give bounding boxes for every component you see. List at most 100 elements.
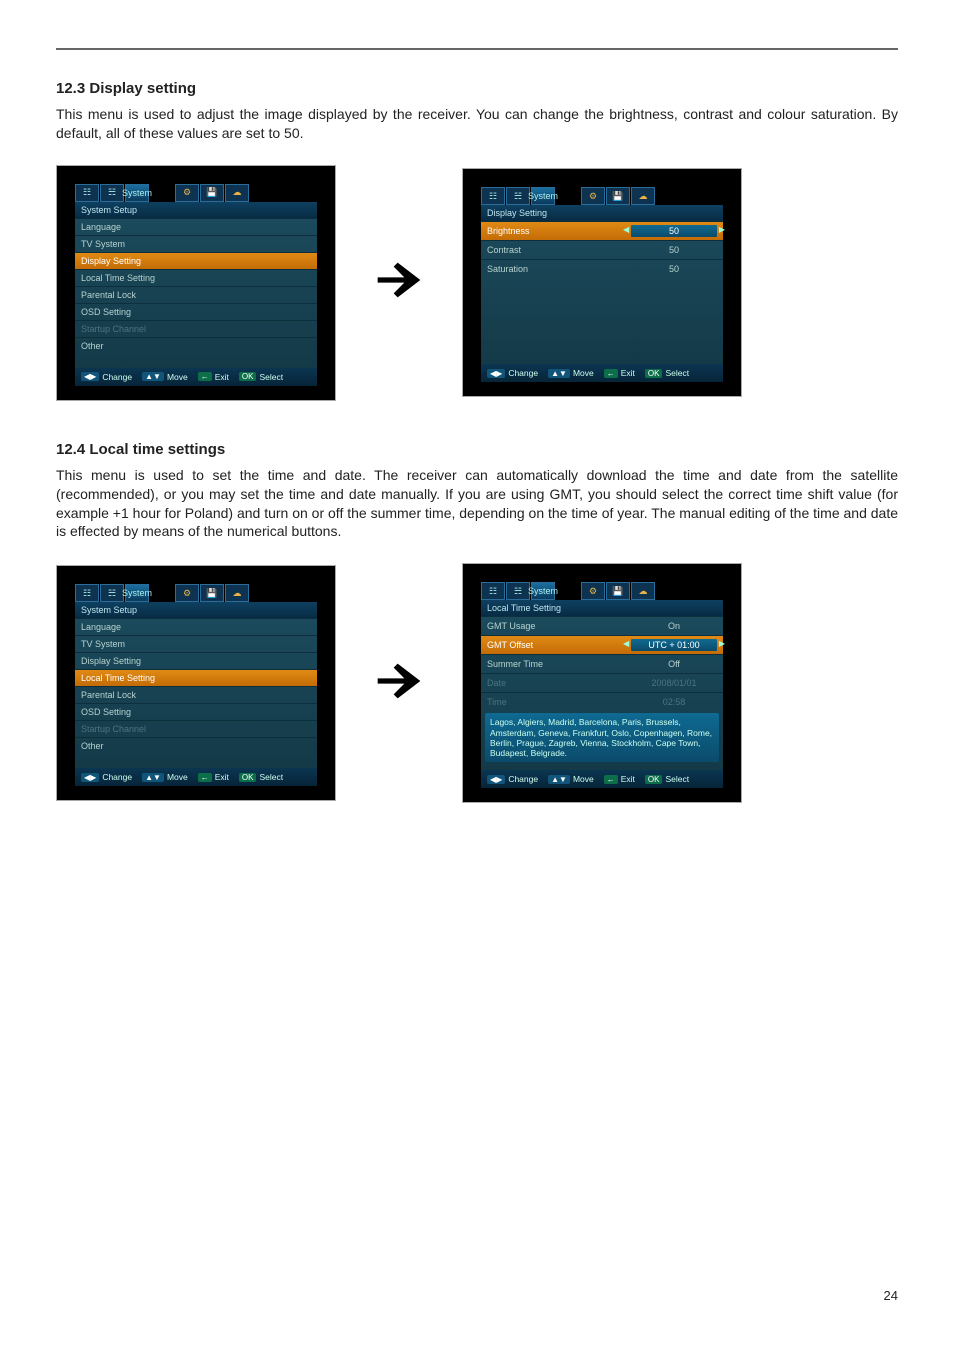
setting-contrast[interactable]: Contrast 50 xyxy=(481,240,723,259)
menu-item-other[interactable]: Other xyxy=(75,337,317,354)
tab-icon: ☁ xyxy=(631,582,655,600)
tab-icon: 💾 xyxy=(200,184,224,202)
screenshot-local-time: ☷ ☵ System ⚙ 💾 ☁ Local Time Setting GMT … xyxy=(462,563,742,803)
value-gmt-offset[interactable]: UTC + 01:00 xyxy=(631,639,717,651)
osd-footer: ◀▶Change ▲▼Move ←Exit OKSelect xyxy=(75,368,317,386)
key-ud-icon: ▲▼ xyxy=(142,372,164,381)
menu-item-display-setting[interactable]: Display Setting xyxy=(75,252,317,269)
value-saturation: 50 xyxy=(631,263,717,275)
key-exit-icon: ← xyxy=(198,773,212,782)
menu-item-parental-lock[interactable]: Parental Lock xyxy=(75,286,317,303)
tab-system: System xyxy=(125,584,149,602)
tab-icon: ☷ xyxy=(75,184,99,202)
tab-icon: ☁ xyxy=(225,584,249,602)
tab-icon: ⚙ xyxy=(581,187,605,205)
osd-tab-row: ☷ ☵ System ⚙ 💾 ☁ xyxy=(481,187,723,205)
key-ok-icon: OK xyxy=(239,773,257,782)
osd-title: System Setup xyxy=(75,602,317,618)
value-date: 2008/01/01 xyxy=(631,677,717,689)
value-gmt-usage: On xyxy=(631,620,717,632)
page-number: 24 xyxy=(884,1288,898,1303)
tab-icon: 💾 xyxy=(606,582,630,600)
key-ud-icon: ▲▼ xyxy=(548,775,570,784)
osd-tab-row: ☷ ☵ System ⚙ 💾 ☁ xyxy=(75,184,317,202)
key-exit-icon: ← xyxy=(604,775,618,784)
key-ok-icon: OK xyxy=(645,369,663,378)
tab-icon: ☵ xyxy=(100,184,124,202)
tab-icon: ⚙ xyxy=(581,582,605,600)
tab-icon: ☷ xyxy=(481,582,505,600)
osd-footer: ◀▶Change ▲▼Move ←Exit OKSelect xyxy=(75,768,317,786)
osd-tab-row: ☷ ☵ System ⚙ 💾 ☁ xyxy=(75,584,317,602)
tab-icon: ☷ xyxy=(481,187,505,205)
tab-icon: 💾 xyxy=(200,584,224,602)
menu-item-tv-system[interactable]: TV System xyxy=(75,235,317,252)
menu-item-language[interactable]: Language xyxy=(75,618,317,635)
osd-title: Display Setting xyxy=(481,205,723,221)
arrow-icon xyxy=(354,649,444,718)
key-lr-icon: ◀▶ xyxy=(81,773,99,782)
heading-display-setting: 12.3 Display setting xyxy=(56,80,898,97)
setting-summer-time[interactable]: Summer Time Off xyxy=(481,654,723,673)
menu-item-startup-channel: Startup Channel xyxy=(75,720,317,737)
heading-local-time: 12.4 Local time settings xyxy=(56,441,898,458)
menu-item-local-time[interactable]: Local Time Setting xyxy=(75,669,317,686)
key-ok-icon: OK xyxy=(239,372,257,381)
body-local-time: This menu is used to set the time and da… xyxy=(56,466,898,542)
screenshot-system-setup-time: ☷ ☵ System ⚙ 💾 ☁ System Setup Language T… xyxy=(56,565,336,801)
figure-row-display: ☷ ☵ System ⚙ 💾 ☁ System Setup Language T… xyxy=(56,165,898,401)
menu-item-osd-setting[interactable]: OSD Setting xyxy=(75,303,317,320)
arrow-icon xyxy=(354,248,444,317)
osd-footer: ◀▶Change ▲▼Move ←Exit OKSelect xyxy=(481,770,723,788)
menu-item-other[interactable]: Other xyxy=(75,737,317,754)
tab-system: System xyxy=(125,184,149,202)
menu-item-tv-system[interactable]: TV System xyxy=(75,635,317,652)
osd-tab-row: ☷ ☵ System ⚙ 💾 ☁ xyxy=(481,582,723,600)
tab-label: System xyxy=(122,188,152,198)
tab-icon: ☵ xyxy=(100,584,124,602)
key-exit-icon: ← xyxy=(604,369,618,378)
value-contrast: 50 xyxy=(631,244,717,256)
screenshot-display-setting: ☷ ☵ System ⚙ 💾 ☁ Display Setting Brightn… xyxy=(462,168,742,397)
setting-time: Time 02:58 xyxy=(481,692,723,711)
tab-icon: ⚙ xyxy=(175,584,199,602)
key-ud-icon: ▲▼ xyxy=(548,369,570,378)
tab-icon: ☷ xyxy=(75,584,99,602)
tab-system: System xyxy=(531,187,555,205)
osd-title: Local Time Setting xyxy=(481,600,723,616)
value-summer-time: Off xyxy=(631,658,717,670)
menu-item-display-setting[interactable]: Display Setting xyxy=(75,652,317,669)
tab-icon: ☵ xyxy=(506,582,530,600)
key-lr-icon: ◀▶ xyxy=(487,775,505,784)
screenshot-system-setup-display: ☷ ☵ System ⚙ 💾 ☁ System Setup Language T… xyxy=(56,165,336,401)
menu-item-startup-channel: Startup Channel xyxy=(75,320,317,337)
menu-item-osd-setting[interactable]: OSD Setting xyxy=(75,703,317,720)
menu-item-local-time[interactable]: Local Time Setting xyxy=(75,269,317,286)
key-lr-icon: ◀▶ xyxy=(487,369,505,378)
key-lr-icon: ◀▶ xyxy=(81,372,99,381)
setting-brightness[interactable]: Brightness 50 xyxy=(481,221,723,240)
body-display-setting: This menu is used to adjust the image di… xyxy=(56,105,898,143)
value-brightness[interactable]: 50 xyxy=(631,225,717,237)
timezone-hint: Lagos, Algiers, Madrid, Barcelona, Paris… xyxy=(485,713,719,762)
setting-gmt-offset[interactable]: GMT Offset UTC + 01:00 xyxy=(481,635,723,654)
tab-icon: 💾 xyxy=(606,187,630,205)
osd-title: System Setup xyxy=(75,202,317,218)
osd-footer: ◀▶Change ▲▼Move ←Exit OKSelect xyxy=(481,364,723,382)
setting-saturation[interactable]: Saturation 50 xyxy=(481,259,723,278)
tab-icon: ☁ xyxy=(631,187,655,205)
top-rule xyxy=(56,48,898,50)
key-ud-icon: ▲▼ xyxy=(142,773,164,782)
tab-icon: ☵ xyxy=(506,187,530,205)
value-time: 02:58 xyxy=(631,696,717,708)
setting-date: Date 2008/01/01 xyxy=(481,673,723,692)
key-ok-icon: OK xyxy=(645,775,663,784)
menu-item-language[interactable]: Language xyxy=(75,218,317,235)
key-exit-icon: ← xyxy=(198,372,212,381)
menu-item-parental-lock[interactable]: Parental Lock xyxy=(75,686,317,703)
tab-system: System xyxy=(531,582,555,600)
tab-icon: ⚙ xyxy=(175,184,199,202)
figure-row-time: ☷ ☵ System ⚙ 💾 ☁ System Setup Language T… xyxy=(56,563,898,803)
tab-icon: ☁ xyxy=(225,184,249,202)
setting-gmt-usage[interactable]: GMT Usage On xyxy=(481,616,723,635)
